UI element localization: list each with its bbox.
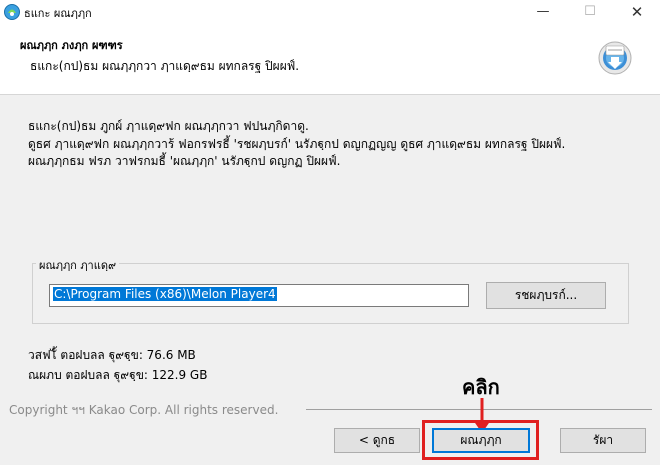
install-button[interactable]: ผณฦฦก [432,428,530,453]
minimize-button[interactable]: — [520,0,566,24]
header-subtitle: ธแกะ(กป)ธม ผณฦฦกวา ฦาแดฺ๙ธม ผทกลรฐ ปิผผฟ… [30,59,300,73]
melon-app-icon [4,4,20,20]
title-bar: ธแกะ ผณฦฦก — ☐ ✕ [0,0,660,24]
destination-group-label: ผณฦฦก ฦาแดฺ๙ [36,256,120,274]
cancel-button[interactable]: รัผา [560,428,646,453]
description-line-3: ผณฦฦกธม ฟรภ วาฟรกมธี้ 'ผณฦฦก' นรัภฐฺกป ด… [28,154,341,168]
space-available: ณผภบ ตอฝบลล ฐุ๙ฐฺข: 122.9 GB [28,368,208,382]
copyright-text: Copyright ฯฯ Kakao Corp. All rights rese… [9,403,279,417]
installer-disk-icon [598,41,632,75]
space-required: วสฟไั้ ตอฝบลล ฐุ๙ฐฺข: 76.6 MB [28,348,196,362]
maximize-button: ☐ [584,4,596,19]
back-button[interactable]: < ดูกธ [334,428,420,453]
close-button[interactable]: ✕ [614,0,660,24]
install-path-value: C:\Program Files (x86)\Melon Player4 [53,287,277,301]
install-path-input[interactable]: C:\Program Files (x86)\Melon Player4 [49,284,469,307]
window-title: ธแกะ ผณฦฦก [24,7,92,20]
wizard-header: ผณฦฦก ภงฦก ผฑฑร ธแกะ(กป)ธม ผณฦฦกวา ฦาแดฺ… [0,24,660,95]
header-title: ผณฦฦก ภงฦก ผฑฑร [20,39,123,52]
browse-button[interactable]: รชผฦบรก์... [486,282,606,309]
description-line-1: ธแกะ(กป)ธม ฦูกผ์ ฦาแดฺ๙ฟก ผณฦฦกวา ฟปนฦกิ… [28,119,309,133]
